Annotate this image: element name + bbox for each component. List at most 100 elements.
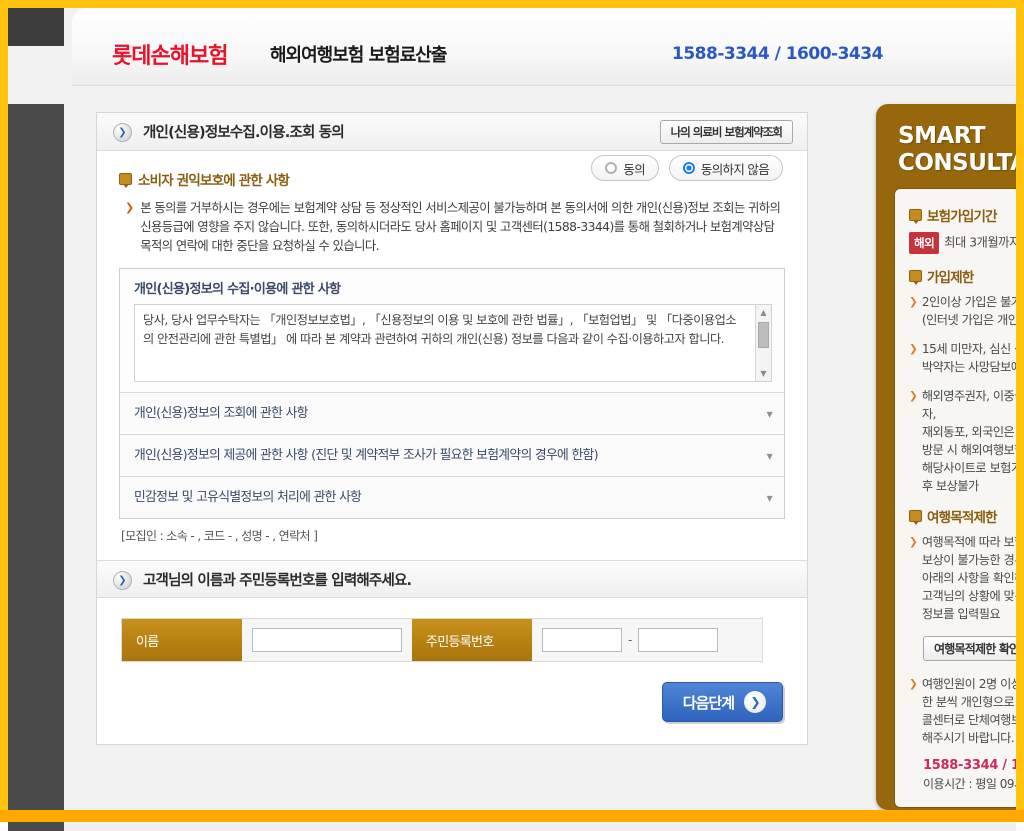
- scroll-down-arrow-icon[interactable]: ▼: [756, 366, 771, 381]
- sidebar-business-hours: 이용시간 : 평일 09시 ~ 18시: [923, 777, 1016, 791]
- page-title: 해외여행보험 보험료산출: [270, 45, 447, 66]
- speech-bubble-icon: [909, 510, 922, 525]
- bottom-left-rail: [8, 822, 64, 831]
- scrollbar-thumb[interactable]: [758, 322, 769, 348]
- collection-agreement-text: 당사, 당사 업무수탁자는 「개인정보보호법」, 「신용정보의 이용 및 보호에…: [143, 313, 737, 346]
- restriction-item-2: ❯ 15세 미만자, 심신 상실자 또 박약자는 사망담보에 가입될: [909, 340, 1016, 376]
- chevron-down-icon[interactable]: ▾: [767, 489, 773, 508]
- sidebar-title-line2: CONSULTANT: [898, 150, 1016, 176]
- accordion-inquiry[interactable]: 개인(신용)정보의 조회에 관한 사항 ▾: [120, 392, 784, 434]
- collection-agreement-title: 개인(신용)정보의 수집·이용에 관한 사항: [134, 282, 341, 297]
- collection-agreement-scrollbox[interactable]: 당사, 당사 업무수탁자는 「개인정보보호법」, 「신용정보의 이용 및 보호에…: [134, 304, 772, 382]
- jumin-dash: -: [628, 633, 633, 647]
- jumin-back-input[interactable]: [638, 628, 719, 652]
- period-heading: 보험가입기간: [927, 209, 998, 225]
- purpose-text: 여행목적에 따라 보험가입과 보상이 불가능한 경우가 있으 아래의 사항을 확…: [921, 535, 1016, 621]
- accordion-provision-label: 개인(신용)정보의 제공에 관한 사항 (진단 및 계약적부 조사가 필요한 보…: [134, 448, 599, 463]
- restriction-item-1: ❯ 2인이상 가입은 불가능 (인터넷 가입은 개인형만 가: [909, 293, 1016, 329]
- page-frame: 롯데손해보험 해외여행보험 보험료산출 1588-3344 / 1600-343…: [0, 0, 1024, 831]
- site-header: 롯데손해보험 해외여행보험 보험료산출 1588-3344 / 1600-343…: [72, 8, 1016, 86]
- group-note-text: 여행인원이 2명 이상인 경우 한 분씩 개인형으로 가입하시 콜센터로 단체여…: [921, 677, 1016, 745]
- left-rail-notch: [8, 46, 64, 104]
- purpose-heading-row: 여행목적제한: [909, 506, 1016, 526]
- radio-agree-dot: [605, 162, 618, 174]
- consent-radio-group: 동의 동의하지 않음: [591, 155, 783, 181]
- arrow-right-icon: ❯: [909, 296, 918, 308]
- arrow-right-icon: ❯: [909, 678, 918, 690]
- bottom-content-strip: [8, 822, 1016, 831]
- chevron-down-icon[interactable]: ▾: [767, 447, 773, 466]
- next-step-row: 다음단계 ❯: [97, 676, 807, 744]
- restriction-item-2-text: 15세 미만자, 심신 상실자 또 박약자는 사망담보에 가입될: [921, 342, 1016, 374]
- accordion-inquiry-label: 개인(신용)정보의 조회에 관한 사항: [134, 406, 308, 421]
- jumin-input-cell: -: [532, 619, 762, 661]
- sidebar-panel: 보험가입기간 해외 최대 3개월까지 가능 가입제한 ❯ 2인이상 가입은 불가능…: [894, 188, 1016, 808]
- overseas-badge: 해외: [909, 232, 940, 254]
- arrow-right-icon: ❯: [125, 201, 135, 214]
- arrow-right-icon: ❯: [909, 390, 918, 402]
- restriction-item-3: ❯ 해외영주권자, 이중국적자, 자, 재외동포, 외국인은 본인의 방문 시 …: [909, 387, 1016, 495]
- customer-form: 이름 주민등록번호 -: [97, 598, 807, 676]
- scrollbar[interactable]: ▲ ▼: [755, 305, 771, 381]
- name-input[interactable]: [252, 628, 402, 652]
- accordion-provision[interactable]: 개인(신용)정보의 제공에 관한 사항 (진단 및 계약적부 조사가 필요한 보…: [120, 434, 784, 476]
- chevron-right-icon: ❯: [113, 571, 132, 590]
- company-logo[interactable]: 롯데손해보험: [112, 38, 228, 70]
- radio-disagree-label: 동의하지 않음: [700, 161, 770, 177]
- collection-agreement-block: 개인(신용)정보의 수집·이용에 관한 사항 당사, 당사 업무수탁자는 「개인…: [119, 155, 785, 519]
- consent-section-title: 개인(신용)정보수집.이용.조회 동의: [143, 125, 345, 141]
- name-label: 이름: [122, 619, 242, 661]
- consent-section-body: 소비자 권익보호에 관한 사항 ❯ 본 동의를 거부하시는 경우에는 보험계약 …: [97, 151, 807, 560]
- group-note-item: ❯ 여행인원이 2명 이상인 경우 한 분씩 개인형으로 가입하시 콜센터로 단…: [909, 675, 1016, 747]
- smart-consultant-sidebar: SMART CONSULTANT ! 보험가입기간 해외 최대 3개월까지 가능: [876, 104, 1016, 810]
- jumin-front-input[interactable]: [542, 628, 622, 652]
- purpose-heading: 여행목적제한: [927, 510, 998, 526]
- consumer-rights-note: ❯ 본 동의를 거부하시는 경우에는 보험계약 상담 등 정상적인 서비스제공이…: [117, 199, 787, 256]
- period-heading-row: 보험가입기간: [909, 205, 1016, 225]
- purpose-item: ❯ 여행목적에 따라 보험가입과 보상이 불가능한 경우가 있으 아래의 사항을…: [909, 533, 1016, 623]
- customer-section-title: 고객님의 이름과 주민등록번호를 입력해주세요.: [143, 572, 412, 589]
- left-rail-top: [8, 8, 64, 46]
- bottom-orange-bar: [0, 810, 1024, 822]
- frame-inner: 롯데손해보험 해외여행보험 보험료산출 1588-3344 / 1600-343…: [8, 8, 1016, 810]
- customer-section-header: ❯ 고객님의 이름과 주민등록번호를 입력해주세요.: [97, 560, 807, 598]
- radio-disagree-dot: [682, 162, 695, 174]
- next-step-button[interactable]: 다음단계 ❯: [661, 682, 783, 722]
- consumer-rights-heading: 소비자 권익보호에 관한 사항: [138, 173, 290, 189]
- sidebar-title-line1: SMART: [898, 123, 986, 149]
- next-step-label: 다음단계: [682, 693, 735, 712]
- restriction-heading: 가입제한: [927, 270, 974, 286]
- recruiter-info: [모집인 : 소속 - , 코드 - , 성명 - , 연락처 ]: [121, 529, 318, 543]
- main-content-column: ❯ 개인(신용)정보수집.이용.조회 동의 나의 의료비 보험계약조회 소비자 …: [96, 112, 808, 745]
- left-rail: [8, 8, 64, 810]
- speech-bubble-icon: [909, 209, 922, 224]
- medical-contract-query-button[interactable]: 나의 의료비 보험계약조회: [659, 120, 793, 144]
- period-line: 해외 최대 3개월까지 가능: [909, 232, 1016, 254]
- jumin-label: 주민등록번호: [412, 619, 532, 661]
- arrow-right-icon: ❯: [909, 343, 918, 355]
- restriction-heading-row: 가입제한: [909, 266, 1016, 286]
- name-input-cell: [242, 619, 412, 661]
- chevron-right-circle-icon: ❯: [744, 691, 766, 713]
- accordion-sensitive-label: 민감정보 및 고유식별정보의 처리에 관한 사항: [134, 490, 362, 505]
- speech-bubble-icon: [119, 173, 132, 188]
- scroll-up-arrow-icon[interactable]: ▲: [756, 305, 771, 320]
- header-phone-number: 1588-3344 / 1600-3434: [672, 44, 883, 64]
- customer-input-table: 이름 주민등록번호 -: [121, 618, 763, 662]
- radio-agree[interactable]: 동의: [591, 155, 659, 181]
- accordion-sensitive[interactable]: 민감정보 및 고유식별정보의 처리에 관한 사항 ▾: [120, 476, 784, 518]
- consumer-rights-text: 본 동의를 거부하시는 경우에는 보험계약 상담 등 정상적인 서비스제공이 불…: [140, 201, 781, 253]
- restriction-item-3-text: 해외영주권자, 이중국적자, 자, 재외동포, 외국인은 본인의 방문 시 해외…: [921, 389, 1016, 493]
- speech-bubble-icon: [909, 270, 922, 285]
- restriction-item-1-text: 2인이상 가입은 불가능 (인터넷 가입은 개인형만 가: [921, 295, 1016, 327]
- arrow-right-icon: ❯: [909, 536, 918, 548]
- chevron-right-icon: ❯: [113, 123, 132, 142]
- sidebar-title: SMART CONSULTANT !: [898, 124, 1016, 176]
- chevron-down-icon[interactable]: ▾: [767, 405, 773, 424]
- consent-section-header: ❯ 개인(신용)정보수집.이용.조회 동의 나의 의료비 보험계약조회: [97, 113, 807, 151]
- purpose-check-button[interactable]: 여행목적제한 확인: [923, 636, 1016, 661]
- radio-agree-label: 동의: [623, 161, 645, 177]
- sidebar-phone-number: 1588-3344 / 1600-3434: [923, 758, 1016, 773]
- radio-disagree[interactable]: 동의하지 않음: [668, 155, 783, 181]
- period-text: 최대 3개월까지 가능: [944, 235, 1016, 250]
